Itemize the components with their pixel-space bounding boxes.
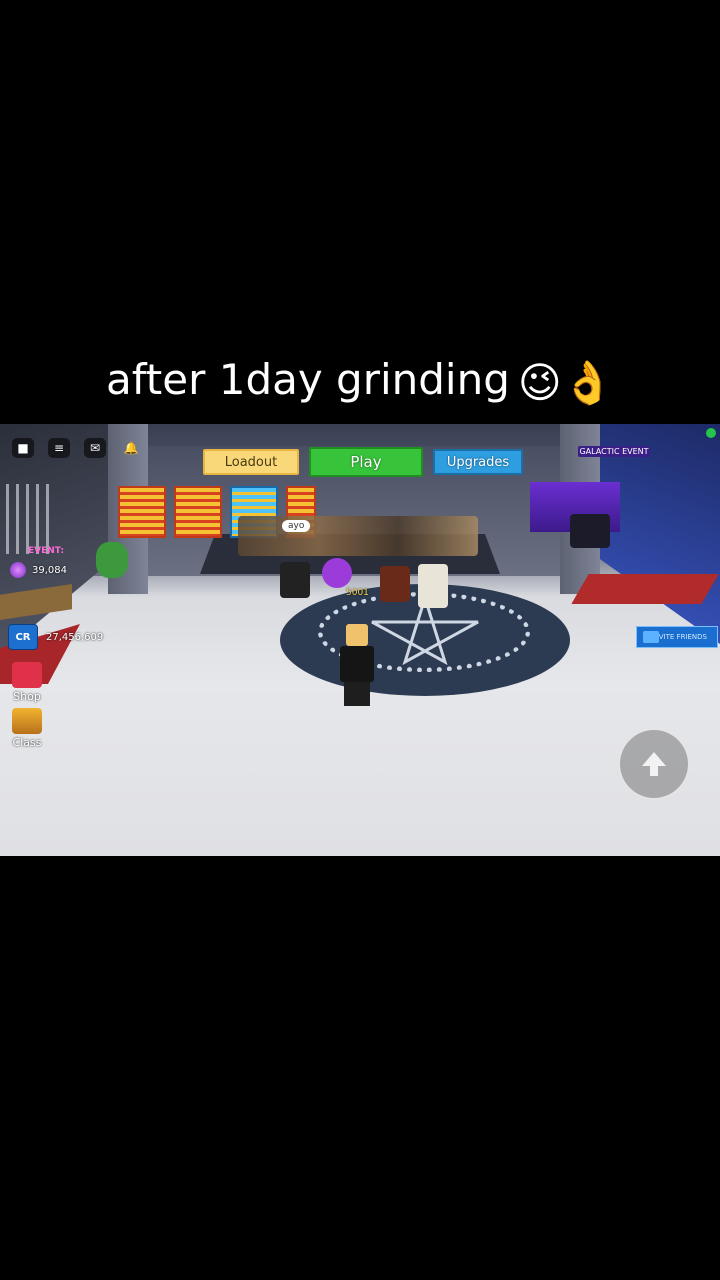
event-gem-icon [10, 562, 26, 578]
currency-value: 27,456,609 [46, 631, 104, 643]
play-button[interactable]: Play [309, 447, 423, 477]
caption-text: after 1day grinding [106, 355, 510, 404]
player-avatar [322, 558, 352, 588]
currency-icon: CR [8, 624, 38, 650]
floating-number: 5001 [346, 588, 369, 598]
shop-label: Shop [13, 690, 41, 703]
loadout-button[interactable]: Loadout [203, 449, 299, 475]
npc-avatar [96, 542, 128, 578]
shop-button[interactable]: Shop [8, 662, 46, 703]
roblox-topbar: ■ ≡ ✉ 🔔 [12, 438, 142, 458]
galactic-event-sign: GALACTIC EVENT [578, 446, 650, 457]
chat-icon[interactable]: ✉ [84, 438, 106, 458]
jail-bars [6, 484, 54, 554]
player-avatar [570, 514, 610, 548]
roblox-menu-icon[interactable]: ■ [12, 438, 34, 458]
class-label: Class [12, 736, 42, 749]
leaderboard [118, 486, 166, 538]
event-label: EVENT: [28, 546, 65, 556]
chat-bubble: ayo [282, 520, 311, 532]
invite-label: INVITE FRIENDS [651, 633, 707, 641]
top-button-bar: Loadout Play Upgrades [203, 447, 523, 477]
hamburger-menu-icon[interactable]: ≡ [48, 438, 70, 458]
invite-icon [643, 631, 659, 643]
caption-emoji: 😉👌 [517, 357, 614, 407]
player-avatar [418, 564, 448, 608]
currency-counter: CR 27,456,609 [8, 624, 103, 650]
leaderboard [174, 486, 222, 538]
notification-bell-icon[interactable]: 🔔 [120, 438, 142, 458]
player-avatar [280, 562, 310, 598]
arrow-up-icon [642, 752, 666, 776]
player-avatar [380, 566, 410, 602]
status-dot [706, 428, 716, 438]
players-crowd [238, 516, 478, 556]
class-button[interactable]: Class [8, 708, 46, 749]
game-viewport[interactable]: ayo 5001 ■ ≡ ✉ 🔔 Loadout Play Upgrades G… [0, 424, 720, 856]
jump-button[interactable] [618, 728, 690, 800]
video-caption: after 1day grinding 😉👌 [0, 352, 720, 411]
class-icon [12, 708, 42, 734]
upgrades-button[interactable]: Upgrades [433, 449, 523, 475]
invite-friends-button[interactable]: INVITE FRIENDS [636, 626, 718, 648]
player-character [340, 624, 374, 706]
floor-carpet [571, 574, 719, 604]
event-value: 39,084 [32, 564, 67, 576]
shop-basket-icon [12, 662, 42, 688]
event-counter: 39,084 [10, 562, 67, 578]
